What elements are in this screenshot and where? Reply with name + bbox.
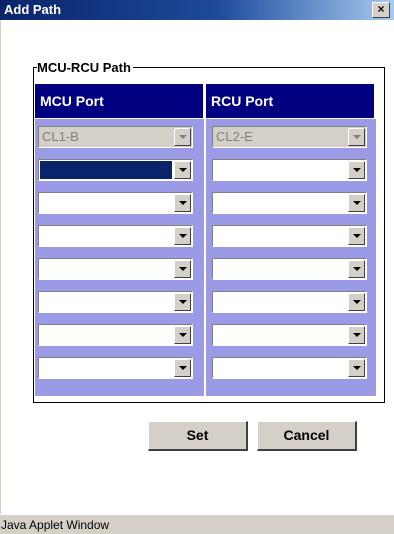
dropdown-arrow-icon[interactable] xyxy=(174,359,191,377)
dropdown-arrow-icon xyxy=(174,128,191,146)
dropdown-arrow-icon[interactable] xyxy=(348,326,365,344)
rcu-port-combo-3[interactable] xyxy=(212,192,367,214)
mcu-port-combo-2[interactable] xyxy=(38,159,193,181)
mcu-port-combo-7[interactable] xyxy=(38,324,193,346)
close-button[interactable]: × xyxy=(372,2,390,18)
rcu-port-combo-6[interactable] xyxy=(212,291,367,313)
column-divider xyxy=(204,84,206,396)
dropdown-arrow-icon[interactable] xyxy=(174,161,191,179)
status-bar: Java Applet Window xyxy=(0,514,394,534)
close-icon: × xyxy=(377,2,385,16)
dropdown-arrow-icon[interactable] xyxy=(174,194,191,212)
selection-highlight xyxy=(40,161,172,179)
rcu-port-combo-5[interactable] xyxy=(212,258,367,280)
dropdown-arrow-icon[interactable] xyxy=(174,227,191,245)
mcu-port-combo-3[interactable] xyxy=(38,192,193,214)
dropdown-arrow-icon[interactable] xyxy=(348,227,365,245)
mcu-port-combo-5[interactable] xyxy=(38,258,193,280)
mcu-port-combo-1: CL1-B xyxy=(38,126,193,148)
dropdown-arrow-icon xyxy=(348,128,365,146)
rcu-port-combo-8[interactable] xyxy=(212,357,367,379)
dropdown-arrow-icon[interactable] xyxy=(348,293,365,311)
mcu-port-combo-6[interactable] xyxy=(38,291,193,313)
dropdown-arrow-icon[interactable] xyxy=(174,326,191,344)
dropdown-arrow-icon[interactable] xyxy=(348,359,365,377)
dropdown-arrow-icon[interactable] xyxy=(348,194,365,212)
rcu-port-header: RCU Port xyxy=(206,84,374,118)
dropdown-arrow-icon[interactable] xyxy=(174,293,191,311)
mcu-port-header: MCU Port xyxy=(35,84,203,118)
rcu-port-combo-7[interactable] xyxy=(212,324,367,346)
dropdown-arrow-icon[interactable] xyxy=(348,161,365,179)
mcu-port-combo-4[interactable] xyxy=(38,225,193,247)
rcu-port-value: CL2-E xyxy=(216,129,253,144)
mcu-port-value: CL1-B xyxy=(42,129,79,144)
set-button[interactable]: Set xyxy=(148,421,248,451)
rcu-port-combo-1: CL2-E xyxy=(212,126,367,148)
group-label: MCU-RCU Path xyxy=(37,60,133,75)
rcu-port-combo-2[interactable] xyxy=(212,159,367,181)
dropdown-arrow-icon[interactable] xyxy=(174,260,191,278)
dropdown-arrow-icon[interactable] xyxy=(348,260,365,278)
rcu-port-combo-4[interactable] xyxy=(212,225,367,247)
window-title: Add Path xyxy=(4,2,62,17)
mcu-port-combo-8[interactable] xyxy=(38,357,193,379)
status-text: Java Applet Window xyxy=(1,518,110,532)
cancel-button[interactable]: Cancel xyxy=(257,421,357,451)
title-bar[interactable]: Add Path × xyxy=(0,0,394,20)
